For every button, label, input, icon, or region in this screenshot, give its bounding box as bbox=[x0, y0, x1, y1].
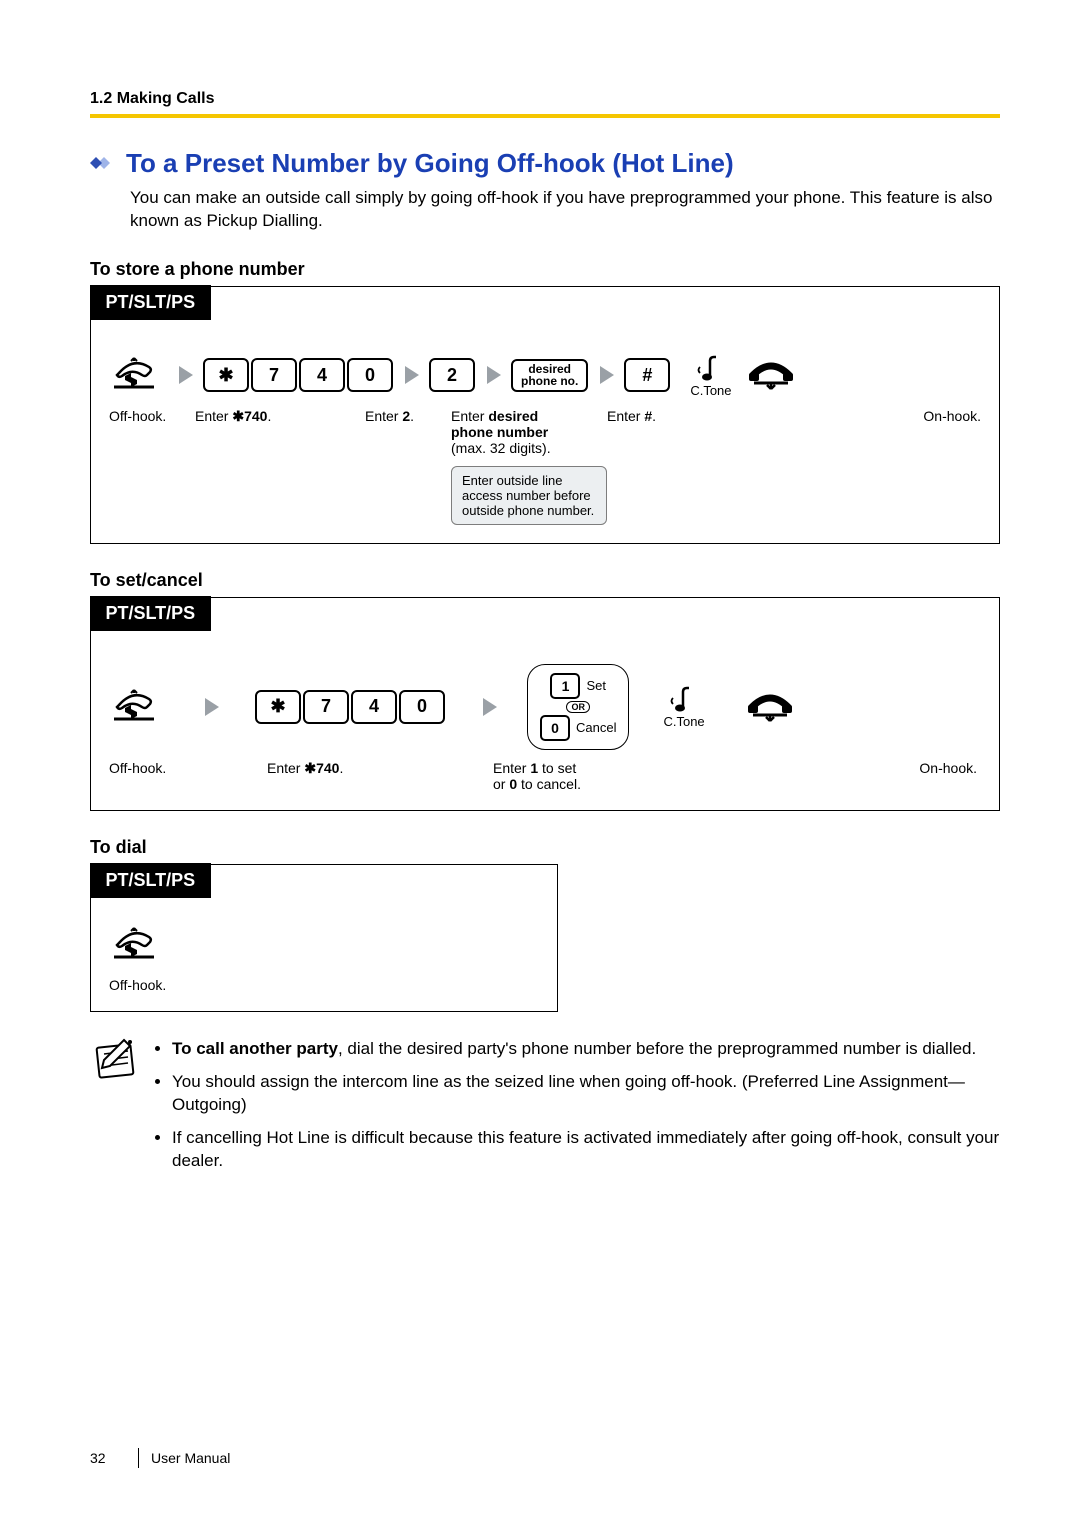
intro-text: You can make an outside call simply by g… bbox=[130, 187, 1000, 233]
arrow-icon bbox=[483, 698, 497, 716]
title-row: To a Preset Number by Going Off-hook (Ho… bbox=[90, 148, 1000, 179]
cap-offhook: Off-hook. bbox=[109, 760, 267, 776]
note-item: To call another party, dial the desired … bbox=[172, 1038, 1000, 1061]
cap-offhook: Off-hook. bbox=[109, 408, 195, 424]
notes-list: To call another party, dial the desired … bbox=[150, 1038, 1000, 1183]
cap-onhook: On-hook. bbox=[717, 408, 981, 424]
procedure-box-store: PT/SLT/PS ✱ 7 4 0 2 desired phone no. # … bbox=[90, 286, 1000, 544]
key-0: 0 bbox=[347, 358, 393, 392]
or-label: OR bbox=[566, 701, 590, 713]
key-0-cancel: 0 bbox=[540, 715, 570, 741]
device-tab: PT/SLT/PS bbox=[90, 596, 212, 631]
device-tab: PT/SLT/PS bbox=[90, 863, 212, 898]
cap-enter740: Enter ✱740. bbox=[267, 760, 493, 777]
key-hash: # bbox=[624, 358, 670, 392]
off-hook-icon bbox=[109, 685, 169, 729]
section3-heading: To dial bbox=[90, 837, 1000, 858]
cap-hash: Enter #. bbox=[607, 408, 717, 424]
note-item: If cancelling Hot Line is difficult beca… bbox=[172, 1127, 1000, 1173]
section2-heading: To set/cancel bbox=[90, 570, 1000, 591]
caption-row: Off-hook. bbox=[109, 977, 539, 993]
on-hook-icon bbox=[745, 687, 805, 727]
confirmation-tone-icon bbox=[669, 684, 695, 714]
outside-line-note: Enter outside line access number before … bbox=[451, 466, 607, 525]
caption-row: Off-hook. Enter ✱740. Enter 2. Enter des… bbox=[109, 408, 981, 525]
procedure-row: ✱ 7 4 0 1 Set OR 0 Cancel C.To bbox=[109, 664, 981, 750]
confirmation-tone-icon bbox=[696, 353, 722, 383]
arrow-icon bbox=[487, 366, 501, 384]
off-hook-icon bbox=[109, 923, 169, 967]
section1-heading: To store a phone number bbox=[90, 259, 1000, 280]
cancel-label: Cancel bbox=[576, 720, 616, 735]
key-desired-phone-no: desired phone no. bbox=[511, 359, 588, 392]
arrow-icon bbox=[405, 366, 419, 384]
on-hook-icon bbox=[746, 355, 806, 395]
device-tab: PT/SLT/PS bbox=[90, 285, 212, 320]
caption-row: Off-hook. Enter ✱740. Enter 1 to set or … bbox=[109, 760, 981, 792]
page-number: 32 bbox=[90, 1450, 126, 1466]
procedure-box-setcancel: PT/SLT/PS ✱ 7 4 0 1 Set OR 0 Cancel bbox=[90, 597, 1000, 811]
key-star: ✱ bbox=[203, 358, 249, 392]
cap-enter2: Enter 2. bbox=[365, 408, 451, 424]
procedure-row bbox=[109, 923, 539, 967]
cap-choice: Enter 1 to set or 0 to cancel. bbox=[493, 760, 703, 792]
ctone-label: C.Tone bbox=[690, 383, 731, 398]
procedure-row: ✱ 7 4 0 2 desired phone no. # C.Tone bbox=[109, 353, 981, 398]
set-label: Set bbox=[586, 678, 606, 693]
desired-line2: phone no. bbox=[521, 375, 578, 388]
cap-offhook: Off-hook. bbox=[109, 977, 166, 993]
key-7: 7 bbox=[303, 690, 349, 724]
page-footer: 32 User Manual bbox=[90, 1448, 230, 1468]
cap-desired: Enter desired phone number (max. 32 digi… bbox=[451, 408, 607, 525]
document-page: 1.2 Making Calls To a Preset Number by G… bbox=[0, 0, 1080, 1528]
cap-onhook: On-hook. bbox=[703, 760, 981, 776]
cap-enter740: Enter ✱740. bbox=[195, 408, 365, 425]
off-hook-icon bbox=[109, 353, 169, 397]
key-0: 0 bbox=[399, 690, 445, 724]
breadcrumb: 1.2 Making Calls bbox=[90, 90, 1000, 108]
notes-block: To call another party, dial the desired … bbox=[90, 1038, 1000, 1183]
set-cancel-choice: 1 Set OR 0 Cancel bbox=[527, 664, 629, 750]
key-star: ✱ bbox=[255, 690, 301, 724]
key-4: 4 bbox=[351, 690, 397, 724]
footer-label: User Manual bbox=[151, 1450, 230, 1466]
notepad-icon bbox=[90, 1038, 150, 1088]
key-2: 2 bbox=[429, 358, 475, 392]
page-title: To a Preset Number by Going Off-hook (Ho… bbox=[126, 148, 734, 179]
key-4: 4 bbox=[299, 358, 345, 392]
accent-rule bbox=[90, 114, 1000, 118]
footer-divider bbox=[138, 1448, 139, 1468]
diamond-bullet-icon bbox=[90, 153, 120, 175]
note-item: You should assign the intercom line as t… bbox=[172, 1071, 1000, 1117]
arrow-icon bbox=[179, 366, 193, 384]
key-1: 1 bbox=[550, 673, 580, 699]
key-7: 7 bbox=[251, 358, 297, 392]
procedure-box-dial: PT/SLT/PS Off-hook. bbox=[90, 864, 558, 1012]
ctone-label: C.Tone bbox=[663, 714, 704, 729]
arrow-icon bbox=[205, 698, 219, 716]
arrow-icon bbox=[600, 366, 614, 384]
